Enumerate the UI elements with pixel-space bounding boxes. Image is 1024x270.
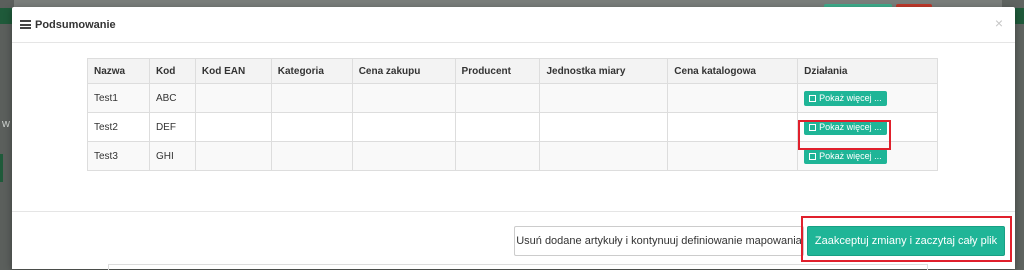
column-header-ean: Kod EAN: [194, 58, 272, 84]
table-row: Test2 DEF Pokaż więcej ...: [87, 112, 938, 142]
show-more-label: Pokaż więcej ...: [819, 151, 882, 161]
cell-purchase-price: [351, 141, 456, 171]
cell-actions: Pokaż więcej ...: [797, 112, 938, 142]
cell-name: Test3: [87, 141, 150, 171]
backdrop-edge-letter: w: [2, 118, 10, 130]
cell-actions: Pokaż więcej ...: [797, 141, 938, 171]
table-row: Test1 ABC Pokaż więcej ...: [87, 83, 938, 113]
cell-name: Test1: [87, 83, 150, 113]
column-header-actions: Działania: [797, 58, 938, 84]
cell-ean: [194, 112, 272, 142]
modal-header: Podsumowanie ×: [12, 7, 1015, 43]
cell-producer: [454, 112, 541, 142]
cell-ean: [194, 83, 272, 113]
cell-name: Test2: [87, 112, 150, 142]
cell-ean: [194, 141, 272, 171]
column-header-purchase-price: Cena zakupu: [351, 58, 456, 84]
show-more-button[interactable]: Pokaż więcej ...: [804, 90, 887, 106]
summary-modal: Podsumowanie × Nazwa Kod Kod EAN Kategor…: [12, 7, 1015, 270]
edit-icon: [809, 94, 817, 102]
remove-and-continue-button[interactable]: Usuń dodane artykuły i kontynuuj definio…: [514, 226, 804, 256]
edit-icon: [809, 123, 817, 131]
show-more-label: Pokaż więcej ...: [819, 122, 882, 132]
table-row: Test3 GHI Pokaż więcej ...: [87, 141, 938, 171]
show-more-button[interactable]: Pokaż więcej ...: [804, 119, 887, 135]
table-header-row: Nazwa Kod Kod EAN Kategoria Cena zakupu …: [87, 58, 938, 84]
cell-code: GHI: [148, 141, 196, 171]
column-header-catalog-price: Cena katalogowa: [667, 58, 799, 84]
cell-producer: [454, 141, 541, 171]
cell-category: [270, 141, 353, 171]
column-header-category: Kategoria: [270, 58, 353, 84]
cell-purchase-price: [351, 112, 456, 142]
cell-purchase-price: [351, 83, 456, 113]
column-header-name: Nazwa: [87, 58, 150, 84]
list-icon: [20, 20, 31, 29]
edit-icon: [809, 152, 817, 160]
cell-catalog-price: [667, 112, 799, 142]
column-header-producer: Producent: [454, 58, 541, 84]
show-more-label: Pokaż więcej ...: [819, 93, 882, 103]
cell-code: DEF: [148, 112, 196, 142]
cell-category: [270, 83, 353, 113]
cell-unit: [539, 83, 669, 113]
cell-catalog-price: [667, 141, 799, 171]
cell-unit: [539, 141, 669, 171]
cell-code: ABC: [148, 83, 196, 113]
show-more-button[interactable]: Pokaż więcej ...: [804, 148, 887, 164]
column-header-unit: Jednostka miary: [539, 58, 669, 84]
backdrop-green-bar: [0, 154, 3, 182]
accept-and-load-button[interactable]: Zaakceptuj zmiany i zaczytaj cały plik: [807, 226, 1005, 256]
column-header-code: Kod: [148, 58, 196, 84]
modal-footer: Usuń dodane artykuły i kontynuuj definio…: [12, 211, 1015, 270]
close-icon[interactable]: ×: [995, 16, 1003, 30]
cell-catalog-price: [667, 83, 799, 113]
cell-actions: Pokaż więcej ...: [797, 83, 938, 113]
summary-table: Nazwa Kod Kod EAN Kategoria Cena zakupu …: [87, 58, 938, 171]
underlying-panel-edge: [108, 264, 928, 270]
cell-category: [270, 112, 353, 142]
cell-producer: [454, 83, 541, 113]
cell-unit: [539, 112, 669, 142]
modal-body: Nazwa Kod Kod EAN Kategoria Cena zakupu …: [12, 43, 1015, 211]
modal-title: Podsumowanie: [35, 18, 116, 31]
